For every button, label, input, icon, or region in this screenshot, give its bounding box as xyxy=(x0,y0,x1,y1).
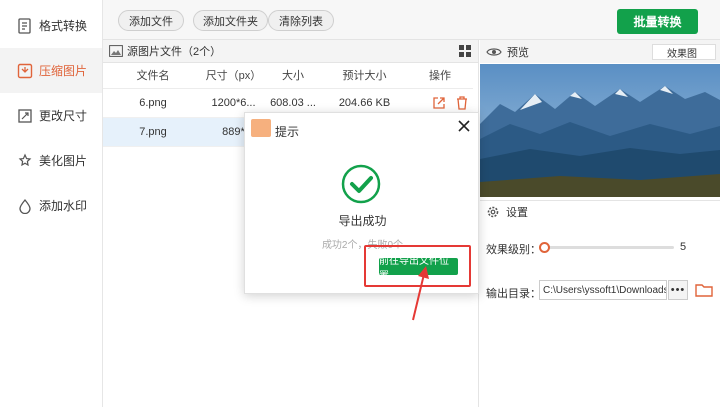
sidebar-item-label: 格式转换 xyxy=(39,19,88,33)
effect-level-slider-thumb[interactable] xyxy=(539,242,550,253)
col-est: 预计大小 xyxy=(322,63,407,89)
success-check-icon xyxy=(341,164,381,204)
format-convert-icon xyxy=(17,17,33,34)
cell-filename: 6.png xyxy=(103,88,203,118)
cell-filename: 7.png xyxy=(103,117,203,147)
add-file-button[interactable]: 添加文件 xyxy=(118,10,184,31)
sidebar-item-label: 更改尺寸 xyxy=(39,109,88,123)
sidebar-item-beautify[interactable]: 美化图片 xyxy=(0,138,102,183)
file-panel-title: 源图片文件（2个） xyxy=(127,46,222,58)
close-icon[interactable] xyxy=(456,118,472,134)
preview-image xyxy=(480,64,720,197)
grid-view-icon[interactable] xyxy=(459,45,472,58)
sidebar-item-label: 添加水印 xyxy=(39,199,88,213)
preview-title: 预览 xyxy=(507,46,529,59)
batch-convert-button[interactable]: 批量转换 xyxy=(617,9,698,34)
toolbar: 添加文件 添加文件夹 清除列表 批量转换 xyxy=(103,0,720,40)
settings-header: 设置 xyxy=(480,200,720,222)
browse-dots-button[interactable]: ••• xyxy=(668,280,688,300)
col-filename: 文件名 xyxy=(103,63,203,89)
image-icon xyxy=(109,45,123,57)
output-dir-field[interactable]: C:\Users\yssoft1\Downloads xyxy=(539,280,667,300)
gear-icon xyxy=(486,205,500,219)
sidebar-item-label: 压缩图片 xyxy=(39,64,88,78)
clear-list-button[interactable]: 清除列表 xyxy=(268,10,334,31)
resize-icon xyxy=(17,108,33,124)
add-folder-button[interactable]: 添加文件夹 xyxy=(193,10,268,31)
sidebar-item-watermark[interactable]: 添加水印 xyxy=(0,183,102,228)
sidebar-item-compress[interactable]: 压缩图片 xyxy=(0,48,102,93)
preview-header: 预览 效果图 xyxy=(480,40,720,63)
compress-icon xyxy=(17,63,33,79)
eye-icon xyxy=(486,46,502,58)
open-external-icon[interactable] xyxy=(432,96,446,110)
preview-panel: 预览 效果图 设置 效果级别： 5 输出目录： C:\Users\yssoft1… xyxy=(480,40,720,407)
effect-select-value: 效果图 xyxy=(667,48,697,60)
effect-select[interactable]: 效果图 xyxy=(652,44,716,60)
sidebar-item-resize[interactable]: 更改尺寸 xyxy=(0,93,102,138)
effect-level-slider-track[interactable] xyxy=(543,246,674,249)
effect-level-value: 5 xyxy=(680,241,687,253)
watermark-icon xyxy=(17,198,33,214)
delete-icon[interactable] xyxy=(456,95,468,110)
col-ops: 操作 xyxy=(407,63,473,89)
col-size: 大小 xyxy=(264,63,322,89)
output-dir-label: 输出目录： xyxy=(486,288,541,300)
sidebar: 格式转换 压缩图片 更改尺寸 美化图片 添加水印 xyxy=(0,0,103,407)
folder-icon[interactable] xyxy=(695,282,713,298)
beautify-icon xyxy=(17,153,33,169)
effect-level-label: 效果级别： xyxy=(486,244,541,256)
app-logo-icon xyxy=(251,119,271,137)
annotation-arrow-icon xyxy=(405,262,435,322)
sidebar-item-format-convert[interactable]: 格式转换 xyxy=(0,3,102,48)
dialog-message: 导出成功 xyxy=(338,214,387,228)
settings-title: 设置 xyxy=(506,206,528,219)
sidebar-item-label: 美化图片 xyxy=(39,154,88,168)
dialog-title: 提示 xyxy=(275,125,300,139)
col-dims: 尺寸（px） xyxy=(203,63,264,89)
file-panel-header: 源图片文件（2个） xyxy=(103,40,478,63)
